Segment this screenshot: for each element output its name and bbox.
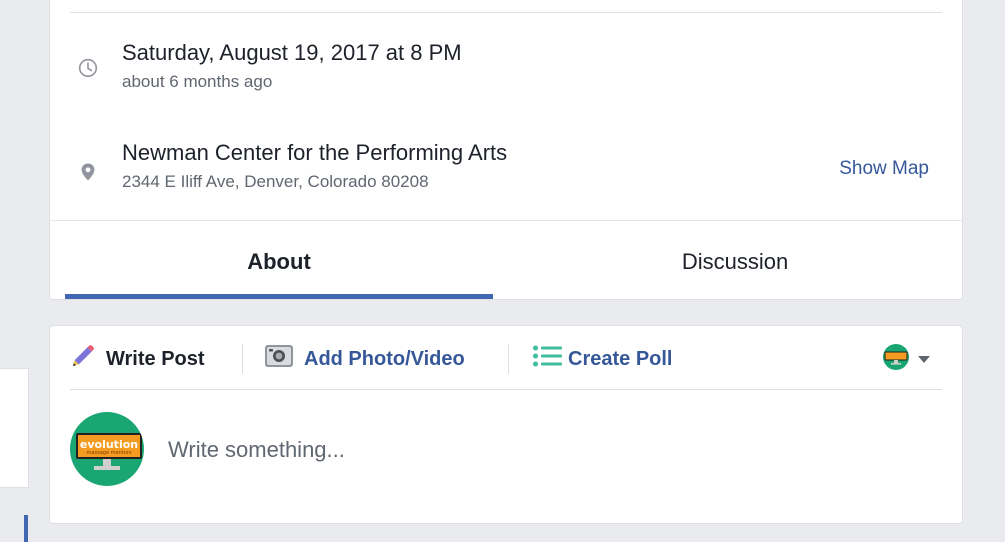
show-map-link[interactable]: Show Map <box>839 158 929 180</box>
write-post-button[interactable]: Write Post <box>70 344 205 374</box>
active-tab-indicator <box>65 294 493 299</box>
add-photo-video-label: Add Photo/Video <box>304 347 465 370</box>
write-post-label: Write Post <box>106 347 205 370</box>
venue-address: 2344 E Iliff Ave, Denver, Colorado 80208 <box>122 172 429 191</box>
event-relative-time: about 6 months ago <box>122 72 273 91</box>
top-divider <box>70 12 942 13</box>
action-separator <box>242 344 243 374</box>
add-photo-video-button[interactable]: Add Photo/Video <box>264 344 465 374</box>
clock-icon <box>78 58 98 78</box>
event-datetime: Saturday, August 19, 2017 at 8 PM <box>122 40 462 65</box>
avatar[interactable]: evolution massage mentors <box>70 412 144 486</box>
side-nav-indicator <box>24 515 28 542</box>
avatar-tagline-text: massage mentors <box>86 450 132 456</box>
tab-about[interactable]: About <box>65 221 493 299</box>
venue-name[interactable]: Newman Center for the Performing Arts <box>122 140 507 166</box>
side-panel-fragment <box>0 368 29 488</box>
map-pin-icon <box>78 162 98 182</box>
audience-selector-icon <box>882 343 910 376</box>
avatar-monitor: evolution massage mentors <box>76 433 142 459</box>
avatar-monitor-base <box>94 466 120 470</box>
chevron-down-icon <box>918 355 930 363</box>
pencil-icon <box>70 343 96 375</box>
audience-selector[interactable] <box>882 343 930 376</box>
create-poll-label: Create Poll <box>568 347 673 370</box>
create-poll-button[interactable]: Create Poll <box>532 344 672 374</box>
event-details-card: Saturday, August 19, 2017 at 8 PM about … <box>49 0 963 300</box>
poll-list-icon <box>532 343 564 375</box>
composer-divider <box>70 389 942 390</box>
tab-discussion[interactable]: Discussion <box>520 221 950 299</box>
action-separator <box>508 344 509 374</box>
post-composer: Write Post Add Photo/Video Create Poll e… <box>49 325 963 524</box>
post-input[interactable]: Write something... <box>168 434 868 466</box>
camera-icon <box>264 343 294 375</box>
